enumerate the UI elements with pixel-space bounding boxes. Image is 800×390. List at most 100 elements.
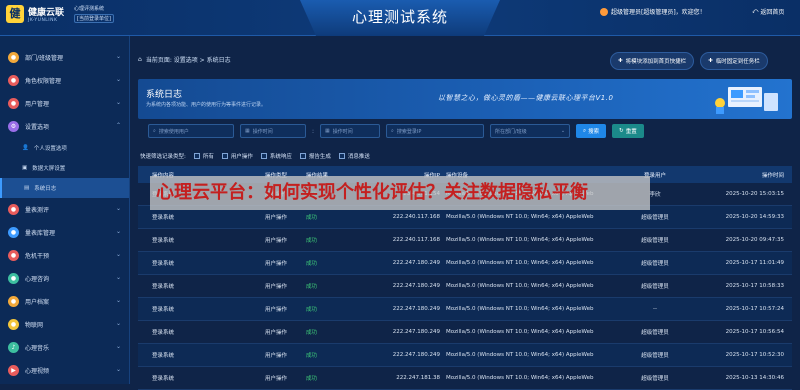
table-cell: 登录系统 — [152, 376, 175, 382]
search-icon: ⌕ — [583, 127, 587, 134]
table-cell: 用户操作 — [264, 261, 287, 267]
screen-icon: ▣ — [22, 165, 28, 171]
filter-option-report[interactable]: 报告生成 — [299, 152, 331, 160]
sidebar-subitem-syslog[interactable]: ▤ 系统日志 — [0, 178, 129, 198]
quick-filter: 快速筛选记录类型: 所有 用户操作 系统响应 报告生成 消息推送 — [140, 152, 370, 160]
sidebar-item-crisis[interactable]: ● 危机干预 ⌄ — [0, 244, 129, 267]
chevron-down-icon: ⌄ — [115, 205, 121, 212]
page-description: 为系统内各项功能、用户的使用行为等事件进行记录。 — [146, 102, 267, 108]
chevron-down-icon: ⌄ — [115, 366, 121, 373]
user-info[interactable]: 超级管理员[超级管理员]，欢迎您！ — [600, 7, 706, 16]
reset-button[interactable]: ↻ 重置 — [612, 124, 644, 138]
sidebar-item-test[interactable]: ● 量表测评 ⌄ — [0, 198, 129, 221]
table-cell: 用户操作 — [264, 376, 287, 382]
sidebar-item-users[interactable]: ● 用户管理 ⌄ — [0, 92, 129, 115]
pin-sidebar-button[interactable]: ✚ 临时固定到任务栏 — [700, 52, 768, 70]
sidebar: ● 部门/班级管理 ⌄ ● 角色权限管理 ⌄ ● 用户管理 ⌄ ⚙ 设置选项 ⌃… — [0, 36, 130, 384]
table-cell: Mozilla/5.0 (Windows NT 10.0; Win64; x64… — [446, 260, 594, 266]
consult-icon: ● — [8, 273, 19, 284]
table-cell: 超级管理员 — [641, 376, 669, 382]
table-cell: Mozilla/5.0 (Windows NT 10.0; Win64; x64… — [446, 214, 594, 220]
table-cell: 登录系统 — [152, 215, 175, 221]
sidebar-subitem-label: 数据大屏设置 — [32, 166, 66, 172]
user-avatar-icon — [600, 7, 608, 16]
filter-option-all[interactable]: 所有 — [193, 152, 214, 160]
table-row[interactable]: 登录系统 用户操作 成功 222.247.180.249 Mozilla/5.0 (Wi… — [138, 298, 792, 321]
sidebar-item-video[interactable]: ▶ 心理视频 ⌄ — [0, 359, 129, 382]
sidebar-subitem-label: 系统日志 — [34, 186, 57, 192]
chevron-down-icon: ⌄ — [115, 343, 121, 350]
unit-label: [当前登录单位] — [74, 14, 114, 23]
sidebar-item-label: 危机干预 — [25, 253, 50, 260]
sidebar-item-music[interactable]: ♪ 心理音乐 ⌄ — [0, 336, 129, 359]
settings-icon: ⚙ — [8, 121, 19, 132]
search-icon: ⌕ — [153, 128, 156, 134]
ip-search-input[interactable]: ⌕ 搜索登录IP — [386, 124, 485, 138]
add-shortcut-button[interactable]: ✚ 将模块添加到首页快捷栏 — [610, 52, 695, 70]
chevron-down-icon: ⌄ — [115, 53, 121, 60]
table-cell: 登录系统 — [152, 307, 175, 313]
table-cell: 用户操作 — [264, 215, 287, 221]
table-row[interactable]: 登录系统 用户操作 成功 222.247.180.249 Mozilla/5.0 (Wi… — [138, 252, 792, 275]
sidebar-item-label: 心理咨询 — [25, 276, 50, 283]
dept-select[interactable]: 所在部门/班级 ⌄ — [490, 124, 571, 138]
sidebar-item-roles[interactable]: ● 角色权限管理 ⌄ — [0, 69, 129, 92]
table-cell: 2025-10-17 10:58:33 — [725, 283, 784, 289]
table-cell: 222.247.180.249 — [392, 306, 440, 312]
filter-bar: ⌕ 搜索使用用户 ▦ 操作时间 : ▦ 操作时间 ⌕ 搜索登录IP 所在部门/班… — [148, 124, 644, 138]
iot-icon: ● — [8, 319, 19, 330]
table-cell: 222.247.180.249 — [392, 329, 440, 335]
sidebar-item-iot[interactable]: ● 物联网 ⌄ — [0, 313, 129, 336]
table-cell: 2025-10-20 15:03:15 — [725, 191, 784, 197]
sidebar-item-label: 用户管理 — [25, 101, 50, 108]
home-icon: ⌂ — [138, 55, 142, 63]
table-row[interactable]: 登录系统 用户操作 成功 222.247.181.38 Mozilla/5.0 (Win… — [138, 367, 792, 390]
option-label: 报告生成 — [308, 154, 331, 160]
quick-filter-label: 快速筛选记录类型: — [140, 154, 186, 160]
user-icon: ● — [8, 98, 19, 109]
start-time-input[interactable]: ▦ 操作时间 — [240, 124, 306, 138]
reset-button-label: 重置 — [625, 129, 637, 135]
end-time-input[interactable]: ▦ 操作时间 — [320, 124, 381, 138]
filter-option-system[interactable]: 系统响应 — [260, 152, 292, 160]
table-cell: 222.247.180.249 — [392, 352, 440, 358]
logo: 健 健康云联 JK-YUNLINK 心理评测系统 [当前登录单位] — [6, 5, 114, 23]
pin-icon: ✚ — [708, 58, 713, 64]
table-cell: 2025-10-17 11:01:49 — [725, 260, 784, 266]
chevron-down-icon: ⌄ — [115, 320, 121, 327]
sidebar-item-settings[interactable]: ⚙ 设置选项 ⌃ — [0, 115, 129, 138]
sidebar-item-consult[interactable]: ● 心理咨询 ⌄ — [0, 267, 129, 290]
sidebar-subitem-bigscreen[interactable]: ▣ 数据大屏设置 — [0, 158, 129, 178]
sidebar-item-dept[interactable]: ● 部门/班级管理 ⌄ — [0, 46, 129, 69]
table-cell: 成功 — [306, 307, 318, 313]
sidebar-item-archive[interactable]: ● 用户档案 ⌄ — [0, 290, 129, 313]
sidebar-subitem-personal[interactable]: 👤 个人设置选项 — [0, 138, 129, 158]
search-button-label: 搜索 — [588, 129, 600, 135]
user-search-input[interactable]: ⌕ 搜索使用用户 — [148, 124, 234, 138]
sidebar-item-library[interactable]: ● 量表库管理 ⌄ — [0, 221, 129, 244]
logo-name: 健康云联 — [28, 8, 65, 18]
search-button[interactable]: ⌕ 搜索 — [576, 124, 607, 138]
table-cell: 超级管理员 — [641, 261, 669, 267]
table-row[interactable]: 登录系统 用户操作 成功 222.247.180.249 Mozilla/5.0 (Wi… — [138, 321, 792, 344]
table-cell: 2025-10-13 14:30:46 — [725, 375, 784, 381]
page-banner: 系统日志 为系统内各项功能、用户的使用行为等事件进行记录。 以智慧之心，做心灵的… — [138, 79, 792, 119]
chevron-down-icon: ⌄ — [115, 228, 121, 235]
chevron-down-icon: ⌄ — [115, 76, 121, 83]
library-icon: ● — [8, 227, 19, 238]
video-icon: ▶ — [8, 365, 19, 376]
filter-option-user-op[interactable]: 用户操作 — [221, 152, 253, 160]
checkbox-icon — [221, 153, 228, 159]
table-row[interactable]: 登录系统 用户操作 成功 222.247.180.249 Mozilla/5.0 (Wi… — [138, 344, 792, 367]
table-cell: 登录系统 — [152, 238, 175, 244]
chevron-down-icon: ⌄ — [115, 274, 121, 281]
sidebar-item-label: 心理视频 — [25, 368, 50, 375]
filter-option-message[interactable]: 消息推送 — [338, 152, 370, 160]
table-cell: 成功 — [306, 353, 318, 359]
table-row[interactable]: 登录系统 用户操作 成功 222.240.117.168 Mozilla/5.0 (Wi… — [138, 229, 792, 252]
table-cell: 2025-10-20 14:59:33 — [725, 214, 784, 220]
dept-select-placeholder: 所在部门/班级 — [495, 128, 527, 135]
table-row[interactable]: 登录系统 用户操作 成功 222.247.180.249 Mozilla/5.0 (Wi… — [138, 275, 792, 298]
back-home-button[interactable]: ⤺ 返回首页 — [752, 7, 784, 17]
plus-icon: ✚ — [618, 58, 623, 64]
